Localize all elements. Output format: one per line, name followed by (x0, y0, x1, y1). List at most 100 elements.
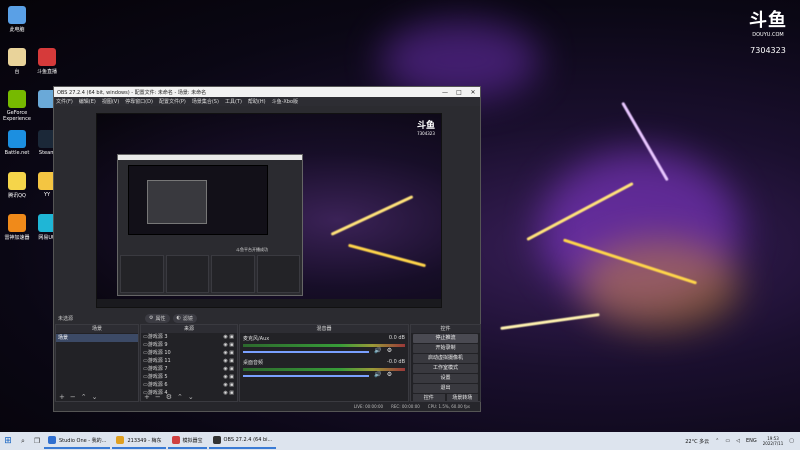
desktop-icon[interactable]: 腾讯QQ (2, 172, 32, 199)
chevron-up-icon[interactable]: ⌃ (715, 438, 719, 444)
visibility-icon[interactable]: ◉ ▣ (223, 365, 234, 373)
remove-icon[interactable]: − (70, 393, 76, 401)
visibility-icon[interactable]: ◉ ▣ (223, 373, 234, 381)
settings-button[interactable]: 设置 (413, 374, 478, 383)
volume-fader[interactable] (243, 375, 370, 377)
mixer-dock: 混音器 麦克风/Aux 0.0 dB 🔊 ⚙ 桌面音频 -0.0 dB 🔊 ⚙ (239, 324, 409, 402)
search-icon[interactable]: ⌕ (16, 437, 30, 446)
clock[interactable]: 19:53 2022/7/11 (763, 436, 784, 446)
source-list: ▭ 游戏源 3 ◉ ▣ ▭ 游戏源 9 ◉ ▣ ▭ 游戏源 10 ◉ ▣ ▭ 游戏源 11 ◉… (141, 333, 237, 397)
visibility-icon[interactable]: ◉ ▣ (223, 349, 234, 357)
source-label: 游戏源 6 (147, 382, 168, 388)
menu-edit[interactable]: 编辑(E) (79, 98, 96, 105)
nested-preview (128, 165, 268, 235)
speaker-icon[interactable]: 🔊 (374, 371, 381, 378)
preview-watermark-room: 7304323 (417, 131, 435, 136)
move-down-icon[interactable]: ⌄ (188, 393, 194, 401)
menu-douyu[interactable]: 斗鱼-Xbo版 (272, 98, 298, 105)
language-indicator[interactable]: ENG (746, 438, 757, 444)
nested-obs-window: 斗鱼平台开播成功 (117, 154, 303, 296)
visibility-icon[interactable]: ◉ ▣ (223, 381, 234, 389)
visibility-icon[interactable]: ◉ ▣ (223, 341, 234, 349)
start-recording-button[interactable]: 开始录制 (413, 344, 478, 353)
desktop-icon-label: 台 (14, 69, 20, 75)
filters-button[interactable]: ◐ 滤镜 (172, 313, 197, 323)
speaker-icon[interactable]: 🔊 (374, 347, 381, 354)
menu-file[interactable]: 文件(F) (56, 98, 73, 105)
filter-icon: ◐ (176, 315, 181, 321)
add-icon[interactable]: + (144, 393, 150, 401)
source-item[interactable]: ▭ 游戏源 7 ◉ ▣ (141, 365, 237, 373)
app-icon (8, 214, 26, 232)
menu-help[interactable]: 帮助(H) (248, 98, 266, 105)
desktop-icon[interactable]: GeForce Experience (2, 90, 32, 122)
mixer-title: 混音器 (240, 325, 408, 333)
desktop-icon-label: Battle.net (4, 150, 30, 156)
preview-canvas[interactable]: 斗鱼 7304323 斗鱼平台开播成功 (96, 113, 442, 308)
visibility-icon[interactable]: ◉ ▣ (223, 357, 234, 365)
source-item[interactable]: ▭ 游戏源 11 ◉ ▣ (141, 357, 237, 365)
sources-footer: + − ⚙ ⌃ ⌄ (141, 392, 237, 401)
taskbar-app[interactable]: OBS 27.2.4 (64 bi... (208, 433, 277, 449)
taskbar-app-label: 模拟器宝 (182, 437, 203, 444)
menu-docks[interactable]: 停靠窗口(D) (125, 98, 153, 105)
minimize-button[interactable]: — (438, 89, 452, 96)
speaker-icon[interactable]: ◁ (736, 438, 740, 444)
menu-scene-collection[interactable]: 场景集合(S) (192, 98, 219, 105)
move-down-icon[interactable]: ⌄ (92, 393, 98, 401)
desktop-icon[interactable]: Battle.net (2, 130, 32, 156)
weather-text[interactable]: 22°C 多云 (685, 438, 709, 445)
clock-date: 2022/7/11 (762, 441, 784, 446)
mixer-track-desktop: 桌面音频 -0.0 dB 🔊 ⚙ (240, 357, 408, 381)
properties-button[interactable]: ⚙ 属性 (145, 313, 170, 323)
gear-icon[interactable]: ⚙ (387, 371, 392, 378)
obs-titlebar[interactable]: OBS 27.2.4 (64 bit, windows) - 配置文件: 未命名… (54, 87, 480, 97)
move-up-icon[interactable]: ⌃ (81, 393, 87, 401)
source-item[interactable]: ▭ 游戏源 3 ◉ ▣ (141, 333, 237, 341)
obs-window[interactable]: OBS 27.2.4 (64 bit, windows) - 配置文件: 未命名… (53, 86, 481, 412)
app-icon (171, 436, 180, 444)
network-icon[interactable]: ▭ (725, 438, 730, 444)
menu-profile[interactable]: 配置文件(P) (159, 98, 186, 105)
add-icon[interactable]: + (59, 393, 65, 401)
track-name: 桌面音频 (243, 360, 264, 366)
source-item[interactable]: ▭ 游戏源 6 ◉ ▣ (141, 381, 237, 389)
taskbar-app[interactable]: 模拟器宝 (167, 433, 207, 449)
notification-icon[interactable]: ▢ (789, 438, 794, 444)
move-up-icon[interactable]: ⌃ (177, 393, 183, 401)
nested-dock (165, 255, 209, 293)
track-db: 0.0 dB (388, 335, 405, 341)
taskbar-app[interactable]: Studio One - 我的... (44, 433, 111, 449)
douyu-watermark: 斗鱼 DOUYU.COM 7304323 (738, 6, 798, 55)
maximize-button[interactable]: □ (452, 89, 466, 96)
source-item[interactable]: ▭ 游戏源 10 ◉ ▣ (141, 349, 237, 357)
studio-mode-button[interactable]: 工作室模式 (413, 364, 478, 373)
gear-icon[interactable]: ⚙ (166, 393, 172, 401)
sources-title: 来源 (141, 325, 237, 333)
desktop-icon[interactable]: 台 (2, 48, 32, 75)
close-button[interactable]: ✕ (466, 89, 480, 96)
source-item[interactable]: ▭ 游戏源 9 ◉ ▣ (141, 341, 237, 349)
gear-icon[interactable]: ⚙ (387, 347, 392, 354)
virtual-camera-button[interactable]: 启动虚拟摄像机 (413, 354, 478, 363)
obs-statusbar: LIVE: 00:00:00 REC: 00:00:00 CPU: 1.5%, … (54, 402, 480, 411)
menu-view[interactable]: 视图(V) (102, 98, 119, 105)
source-item[interactable]: ▭ 游戏源 5 ◉ ▣ (141, 373, 237, 381)
nested-inner-window (147, 180, 207, 224)
volume-fader[interactable] (243, 351, 370, 353)
live-time: LIVE: 00:00:00 (353, 404, 384, 409)
remove-icon[interactable]: − (155, 393, 161, 401)
exit-button[interactable]: 退出 (413, 384, 478, 393)
windows-start-icon[interactable]: ⊞ (0, 436, 16, 446)
app-icon (38, 48, 56, 66)
source-toolbar: 未选源 ⚙ 属性 ◐ 滤镜 (54, 313, 480, 323)
desktop-icon[interactable]: 此电脑 (2, 6, 32, 33)
taskbar-app[interactable]: 213349 - 梅东 (112, 433, 166, 449)
desktop-icon[interactable]: 斗鱼直播 (32, 48, 62, 75)
stop-stream-button[interactable]: 停止推流 (413, 334, 478, 343)
desktop-icon[interactable]: 雷神加速器 (2, 214, 32, 241)
visibility-icon[interactable]: ◉ ▣ (223, 333, 234, 341)
menu-tools[interactable]: 工具(T) (225, 98, 242, 105)
task-view-icon[interactable]: ❐ (30, 437, 44, 445)
scene-item[interactable]: 场景 (56, 334, 138, 342)
